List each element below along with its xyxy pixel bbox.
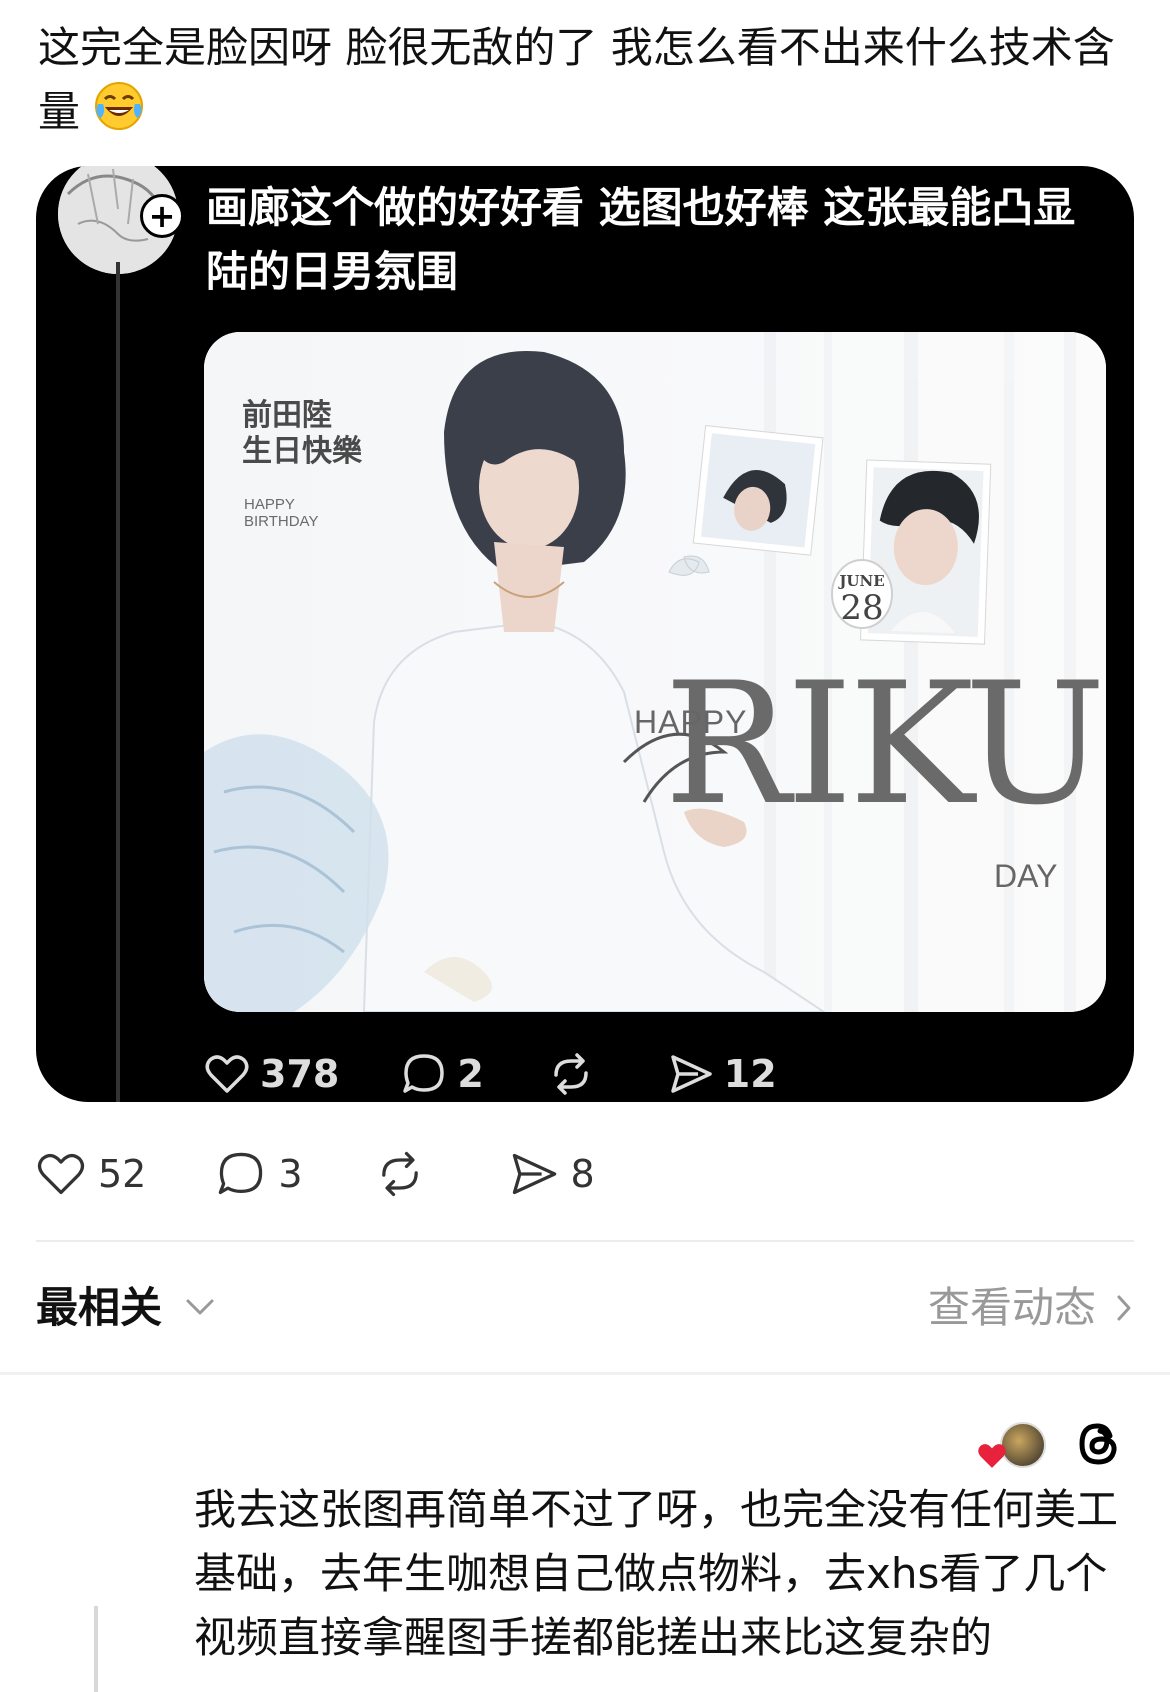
view-activity-label: 查看动态	[927, 1283, 1096, 1332]
share-icon	[512, 1153, 556, 1195]
poster-jp-line1: 前田陸 生日快樂	[242, 398, 362, 469]
quoted-comment-count: 2	[457, 1052, 484, 1096]
repost-icon	[381, 1151, 418, 1197]
post-actions: 52 3 8	[36, 1146, 665, 1202]
share-icon	[671, 1055, 712, 1093]
quoted-comment-button[interactable]: 2	[401, 1051, 484, 1097]
heart-icon	[37, 1153, 85, 1195]
follow-plus-icon[interactable]: +	[140, 194, 184, 238]
quoted-repost-button[interactable]	[546, 1051, 606, 1097]
quoted-like-button[interactable]: 378	[204, 1051, 339, 1097]
post-text: 这完全是脸因呀 脸很无敌的了 我怎么看不出来什么技术含量	[38, 16, 1138, 144]
chevron-right-icon	[1117, 1295, 1131, 1321]
poster-date: 28	[840, 588, 884, 628]
share-count: 8	[570, 1152, 595, 1196]
threads-logo-icon[interactable]	[1074, 1418, 1122, 1470]
repost-icon	[554, 1053, 588, 1095]
like-count: 52	[98, 1152, 147, 1196]
quoted-post-actions: 378 2 12	[204, 1046, 839, 1102]
heart-icon	[205, 1055, 249, 1093]
reply-text: 我去这张图再简单不过了呀，也完全没有任何美工基础，去年生咖想自己做点物料，去xh…	[194, 1485, 1119, 1662]
comment-icon	[219, 1152, 263, 1195]
heart-liked-icon	[978, 1444, 1006, 1468]
quoted-post-text: 画廊这个做的好好看 选图也好棒 这张最能凸显陆的日男氛围	[206, 183, 1076, 296]
poster-happy: HAPPY	[634, 704, 748, 740]
laughing-emoji-icon	[95, 82, 144, 130]
like-button[interactable]: 52	[36, 1149, 146, 1199]
view-activity-link[interactable]: 查看动态	[928, 1278, 1134, 1338]
quoted-share-button[interactable]: 12	[668, 1051, 777, 1097]
repost-button[interactable]	[373, 1149, 439, 1199]
comment-button[interactable]: 3	[216, 1149, 303, 1199]
birthday-poster-image[interactable]: 前田陸 生日快樂 HAPPY BIRTHDAY JUNE 28 RIKU HAP…	[204, 332, 1106, 1012]
share-button[interactable]: 8	[509, 1149, 595, 1199]
comment-icon	[403, 1054, 445, 1093]
poster-riku-title: RIKU	[664, 646, 1106, 842]
poster-jp-title: 前田陸 生日快樂	[242, 398, 362, 470]
chevron-down-icon[interactable]	[184, 1296, 216, 1318]
reply-thread-line	[94, 1606, 98, 1692]
poster-day: DAY	[994, 858, 1058, 894]
sort-dropdown[interactable]: 最相关	[36, 1278, 162, 1338]
replies-header: 最相关 查看动态	[36, 1278, 1134, 1338]
thread-line	[116, 262, 120, 1102]
divider	[36, 1240, 1134, 1242]
comment-count: 3	[278, 1152, 303, 1196]
quoted-like-count: 378	[260, 1052, 340, 1096]
post-body: 这完全是脸因呀 脸很无敌的了 我怎么看不出来什么技术含量	[38, 23, 1115, 136]
quoted-share-count: 12	[723, 1052, 777, 1096]
section-divider	[0, 1372, 1170, 1375]
quoted-post-card[interactable]: + 画廊这个做的好好看 选图也好棒 这张最能凸显陆的日男氛围 前田陸 生日快樂 …	[36, 166, 1134, 1102]
poster-happy-birthday-small: HAPPY BIRTHDAY	[244, 496, 319, 530]
